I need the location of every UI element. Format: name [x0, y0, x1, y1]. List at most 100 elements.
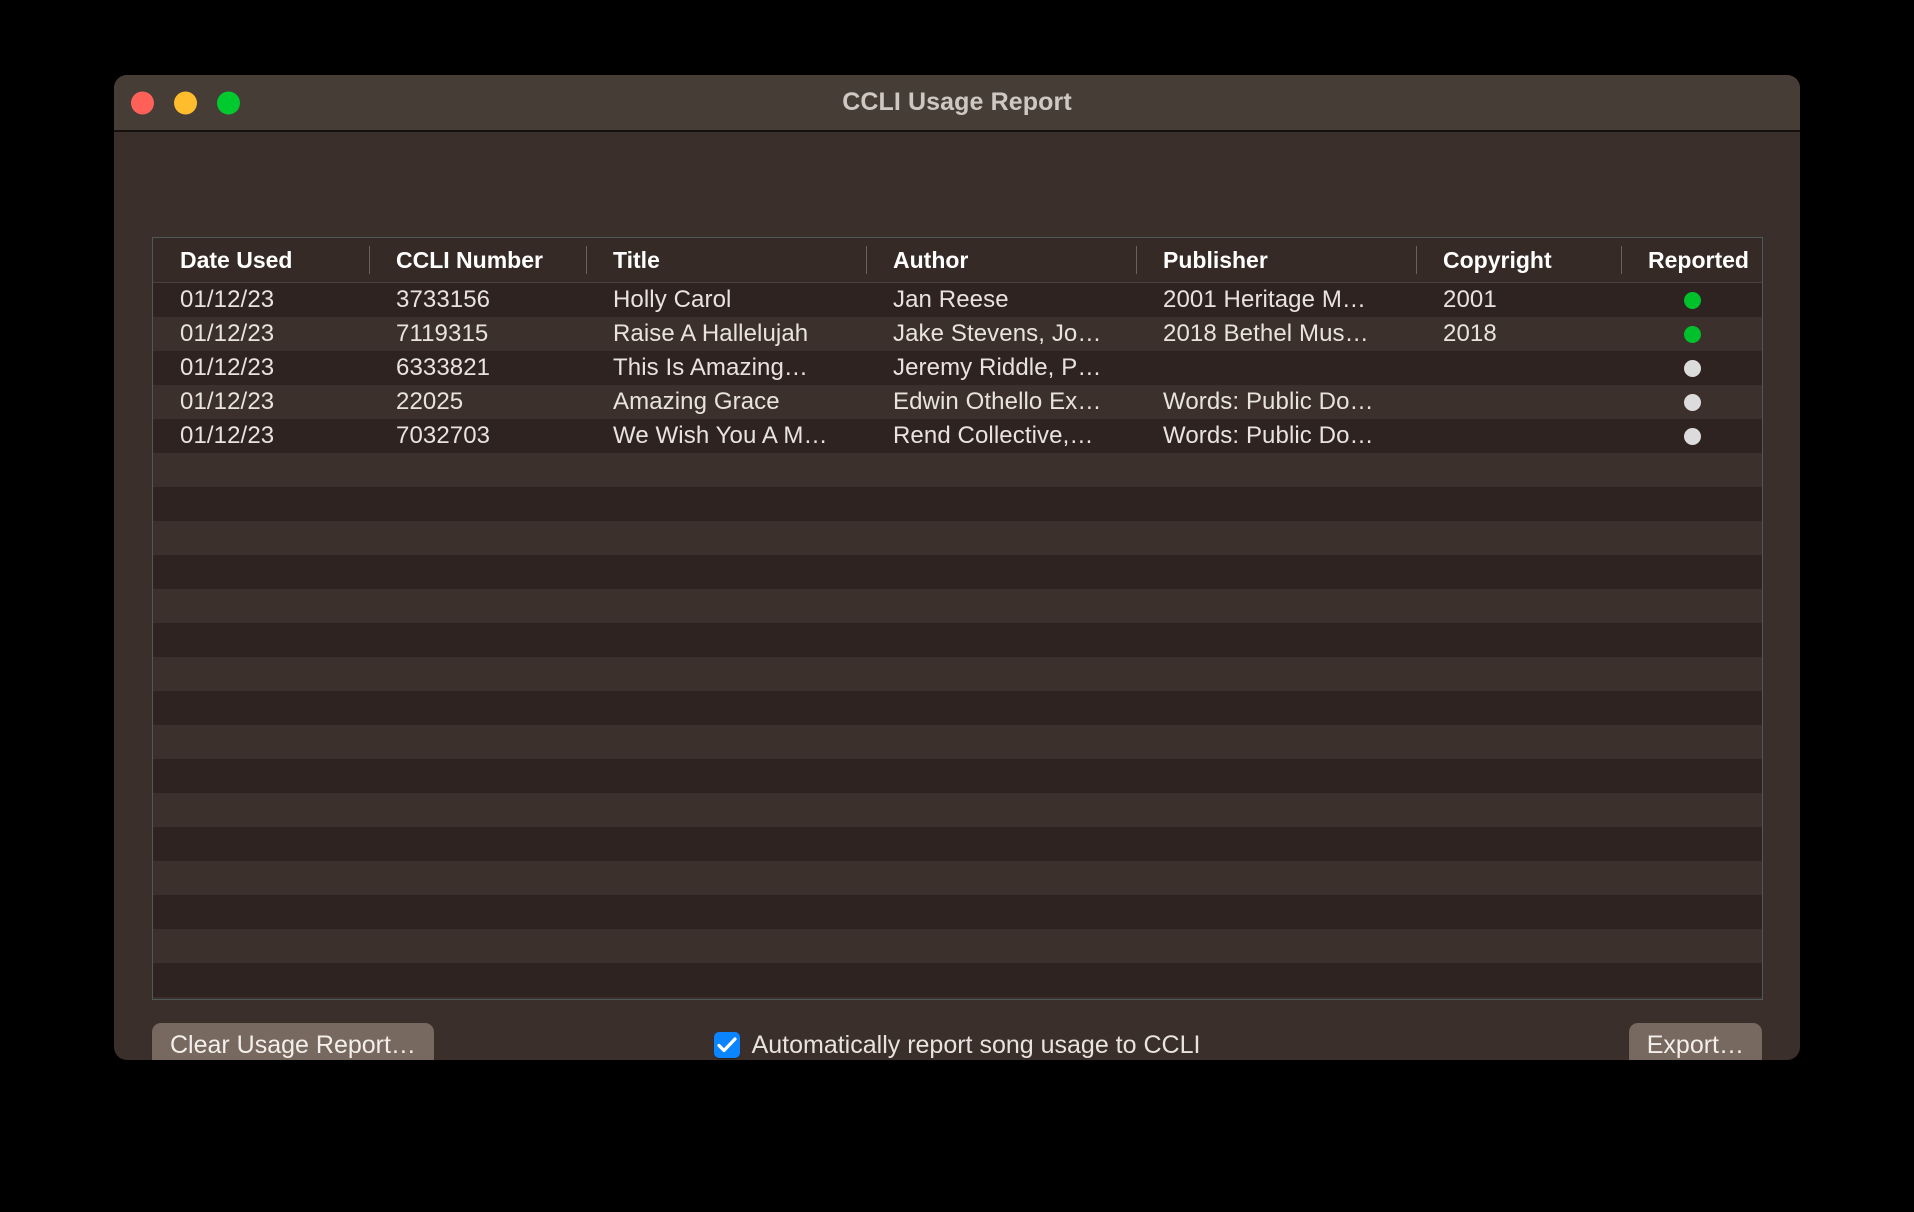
table-cell-empty	[153, 827, 369, 861]
table-cell-empty	[369, 657, 586, 691]
export-button[interactable]: Export…	[1628, 1023, 1762, 1060]
column-header-publisher[interactable]: Publisher	[1136, 238, 1416, 282]
table-cell-empty	[1621, 759, 1762, 793]
table-cell-reported	[1621, 283, 1762, 317]
table-header-row: Date Used CCLI Number Title Author Publi…	[153, 238, 1762, 283]
table-row[interactable]	[153, 793, 1762, 827]
table-cell-empty	[866, 487, 1136, 521]
auto-report-row: Automatically report song usage to CCLI	[114, 1023, 1800, 1060]
table-cell-ccli: 22025	[396, 388, 464, 415]
column-header-author[interactable]: Author	[866, 238, 1136, 282]
table-cell-empty	[1621, 963, 1762, 997]
table-cell-empty	[866, 793, 1136, 827]
table-row[interactable]	[153, 827, 1762, 861]
table-cell-publisher: Words: Public Do…	[1163, 422, 1374, 449]
table-cell-empty	[153, 589, 369, 623]
table-row[interactable]	[153, 555, 1762, 589]
table-cell-empty	[369, 691, 586, 725]
table-cell-ccli: 3733156	[396, 286, 491, 313]
table-row[interactable]	[153, 487, 1762, 521]
status-dot-unreported	[1684, 359, 1701, 377]
table-cell-empty	[153, 657, 369, 691]
table-cell-empty	[1621, 555, 1762, 589]
table-cell-author: Jake Stevens, Jo…	[893, 320, 1102, 347]
table-cell-empty	[153, 759, 369, 793]
column-header-date-used[interactable]: Date Used	[153, 238, 369, 282]
table-cell-title: This Is Amazing…	[613, 354, 808, 381]
table-cell-empty	[369, 895, 586, 929]
table-row[interactable]	[153, 453, 1762, 487]
table-row[interactable]: 01/12/23 6333821 This Is Amazing… Jeremy Ri…	[153, 351, 1762, 385]
table-cell-copyright: 2018	[1443, 320, 1497, 347]
auto-report-label: Automatically report song usage to CCLI	[751, 1030, 1201, 1059]
table-cell-reported	[1621, 351, 1762, 385]
table-cell-ccli: 7032703	[396, 422, 491, 449]
table-cell-empty	[153, 725, 369, 759]
table-cell-empty	[1621, 929, 1762, 963]
table-cell-empty	[153, 623, 369, 657]
table-cell-empty	[866, 589, 1136, 623]
table-row[interactable]	[153, 861, 1762, 895]
table-row[interactable]	[153, 521, 1762, 555]
table-row[interactable]	[153, 691, 1762, 725]
table-cell-date: 01/12/23	[180, 320, 275, 347]
table-cell-empty	[586, 589, 866, 623]
table-row[interactable]	[153, 929, 1762, 963]
table-cell-empty	[1621, 453, 1762, 487]
table-cell-title: We Wish You A M…	[613, 422, 828, 449]
status-dot-unreported	[1684, 427, 1701, 445]
table-cell-date: 01/12/23	[180, 388, 275, 415]
table-cell-copyright	[1416, 419, 1621, 453]
table-row[interactable]	[153, 589, 1762, 623]
table-cell-empty	[866, 521, 1136, 555]
table-cell-title: Holly Carol	[613, 286, 732, 313]
table-row[interactable]: 01/12/23 22025 Amazing Grace Edwin Othello …	[153, 385, 1762, 419]
table-row[interactable]	[153, 725, 1762, 759]
column-header-title[interactable]: Title	[586, 238, 866, 282]
column-header-reported[interactable]: Reported	[1621, 238, 1762, 282]
table-cell-empty	[1621, 487, 1762, 521]
table-cell-date: 01/12/23	[180, 422, 275, 449]
table-row[interactable]	[153, 963, 1762, 997]
table-cell-empty	[1621, 895, 1762, 929]
table-cell-empty	[1621, 861, 1762, 895]
checkmark-icon	[716, 1037, 737, 1053]
table-row[interactable]	[153, 657, 1762, 691]
column-header-ccli-number[interactable]: CCLI Number	[369, 238, 586, 282]
table-cell-empty	[369, 861, 586, 895]
table-row[interactable]	[153, 895, 1762, 929]
table-cell-empty	[153, 691, 369, 725]
auto-report-checkbox[interactable]	[713, 1032, 740, 1058]
table-cell-empty	[586, 997, 866, 999]
table-cell-empty	[1416, 691, 1621, 725]
column-header-copyright[interactable]: Copyright	[1416, 238, 1621, 282]
status-dot-unreported	[1684, 393, 1701, 411]
table-row[interactable]: 01/12/23 7119315 Raise A Hallelujah Jake St…	[153, 317, 1762, 351]
table-cell-empty	[369, 623, 586, 657]
table-cell-empty	[369, 759, 586, 793]
table-cell-copyright	[1416, 385, 1621, 419]
table-cell-empty	[1621, 657, 1762, 691]
table-cell-empty	[369, 827, 586, 861]
table-cell-empty	[1416, 827, 1621, 861]
table-cell-empty	[1621, 997, 1762, 999]
table-row[interactable]	[153, 623, 1762, 657]
table-cell-empty	[1136, 759, 1416, 793]
table-row[interactable]: 01/12/23 3733156 Holly Carol Jan Reese 2001 …	[153, 283, 1762, 317]
table-cell-empty	[586, 963, 866, 997]
table-cell-empty	[1416, 895, 1621, 929]
bottom-toolbar: Clear Usage Report… Automatically report…	[114, 1010, 1800, 1060]
table-cell-ccli: 6333821	[396, 354, 491, 381]
table-cell-empty	[866, 555, 1136, 589]
table-cell-reported	[1621, 317, 1762, 351]
table-cell-empty	[369, 487, 586, 521]
table-cell-empty	[369, 725, 586, 759]
table-cell-empty	[1136, 827, 1416, 861]
ccli-usage-report-window: CCLI Usage Report Date Used CCLI Number …	[114, 75, 1800, 1060]
table-row[interactable]: 01/12/23 7032703 We Wish You A M… Rend Coll…	[153, 419, 1762, 453]
table-row[interactable]	[153, 759, 1762, 793]
table-row[interactable]	[153, 997, 1762, 999]
table-cell-reported	[1621, 385, 1762, 419]
table-cell-empty	[1136, 521, 1416, 555]
table-cell-empty	[153, 861, 369, 895]
